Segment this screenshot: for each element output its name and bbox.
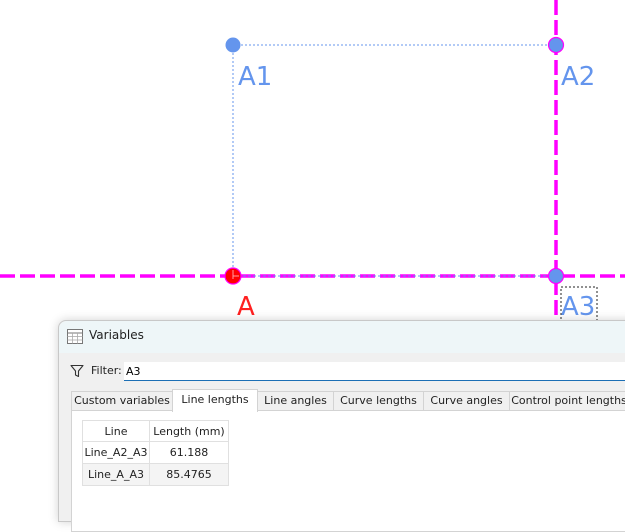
line-lengths-table: Line Length (mm) Line_A2_A3 61.188 Line_… (82, 420, 229, 486)
cell-line-name[interactable]: Line_A_A3 (82, 463, 150, 486)
table-row[interactable]: Line_A_A3 85.4765 (82, 463, 229, 486)
point-label-a3[interactable]: A3 (561, 292, 595, 322)
point-a1[interactable] (225, 37, 241, 53)
variables-dialog[interactable]: Variables Filter: Custom variables Line … (58, 320, 625, 532)
tab-line-lengths[interactable]: Line lengths (172, 389, 258, 412)
line-lengths-panel: Line Length (mm) Line_A2_A3 61.188 Line_… (71, 410, 625, 532)
table-icon (67, 329, 83, 344)
filter-input[interactable] (124, 362, 625, 381)
column-header-line[interactable]: Line (82, 420, 150, 442)
tab-custom-variables[interactable]: Custom variables (71, 391, 173, 411)
tab-curve-lengths[interactable]: Curve lengths (333, 391, 424, 411)
point-label-a[interactable]: A (237, 292, 255, 322)
point-label-a2[interactable]: A2 (561, 62, 595, 92)
filter-row: Filter: (59, 361, 625, 383)
point-label-a1[interactable]: A1 (238, 62, 272, 92)
dialog-title: Variables (89, 328, 144, 342)
tab-curve-angles[interactable]: Curve angles (423, 391, 510, 411)
funnel-icon (70, 364, 84, 378)
tab-line-angles[interactable]: Line angles (257, 391, 334, 411)
cell-length[interactable]: 61.188 (149, 441, 229, 464)
cell-length[interactable]: 85.4765 (149, 463, 229, 486)
point-a3[interactable] (547, 267, 565, 285)
filter-label: Filter: (91, 364, 122, 377)
table-row[interactable]: Line_A2_A3 61.188 (82, 441, 229, 464)
tab-control-point-lengths[interactable]: Control point lengths (509, 391, 625, 411)
point-a2[interactable] (547, 36, 565, 54)
table-header-row: Line Length (mm) (82, 420, 229, 442)
column-header-length[interactable]: Length (mm) (149, 420, 229, 442)
cell-line-name[interactable]: Line_A2_A3 (82, 441, 150, 464)
tab-bar: Custom variables Line lengths Line angle… (71, 389, 625, 412)
dialog-titlebar[interactable]: Variables (59, 321, 625, 353)
